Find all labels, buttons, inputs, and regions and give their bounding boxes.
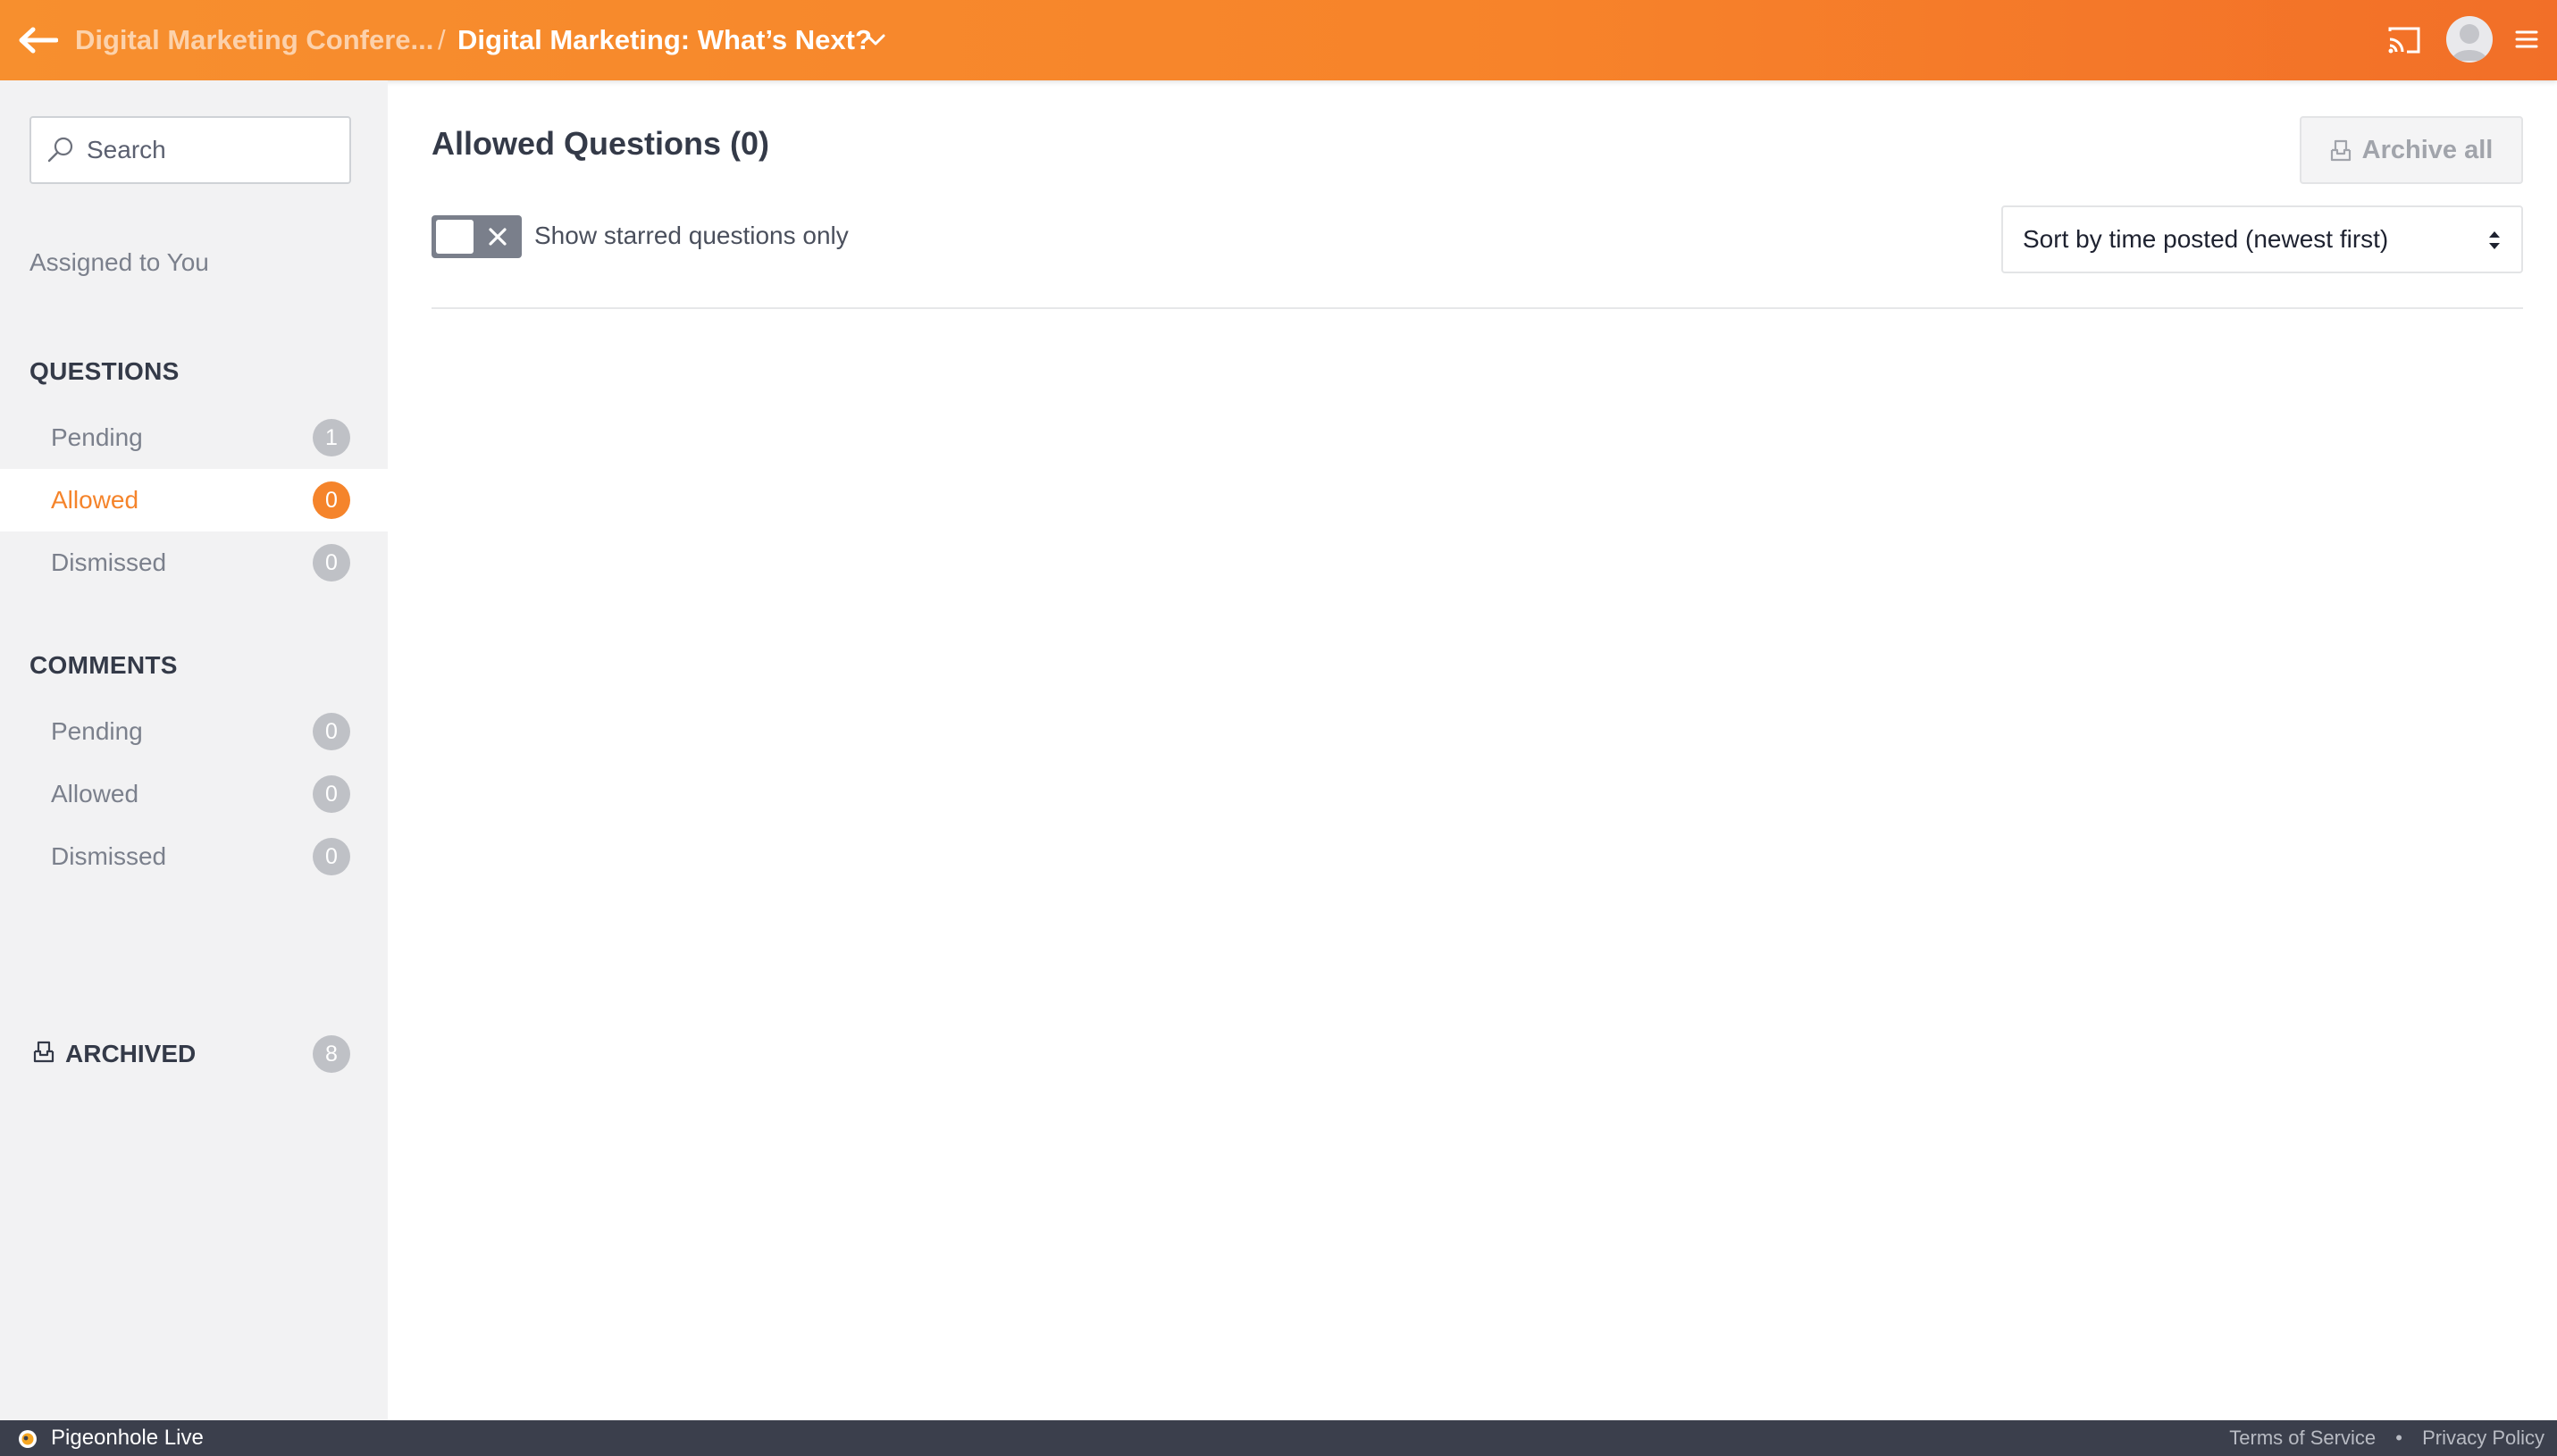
assigned-to-you-link[interactable]: Assigned to You xyxy=(29,248,209,277)
privacy-policy-link[interactable]: Privacy Policy xyxy=(2422,1427,2544,1449)
questions-allowed-item[interactable]: Allowed 0 xyxy=(0,469,388,531)
comments-allowed-item[interactable]: Allowed 0 xyxy=(0,763,388,825)
count-badge: 1 xyxy=(313,419,350,456)
page-title: Allowed Questions (0) xyxy=(432,125,770,162)
archive-box-icon xyxy=(33,1041,54,1063)
count-badge: 0 xyxy=(313,775,350,813)
comments-dismissed-item[interactable]: Dismissed 0 xyxy=(0,825,388,888)
avatar[interactable] xyxy=(2446,16,2493,63)
footer: Pigeonhole Live Terms of Service • Priva… xyxy=(0,1420,2557,1456)
nav-item-label: Pending xyxy=(51,423,143,451)
nav-item-label: Pending xyxy=(51,717,143,745)
top-bar: Digital Marketing Confere... / Digital M… xyxy=(0,0,2557,80)
pigeonhole-logo-icon xyxy=(19,1430,37,1448)
cast-icon[interactable] xyxy=(2385,21,2423,59)
count-badge: 0 xyxy=(313,713,350,750)
nav-item-label: Allowed xyxy=(51,486,139,514)
nav-item-label: Dismissed xyxy=(51,842,167,870)
toggle-knob xyxy=(436,220,474,254)
archive-all-button[interactable]: Archive all xyxy=(2300,116,2523,184)
hamburger-menu-icon[interactable] xyxy=(2514,27,2539,52)
questions-dismissed-item[interactable]: Dismissed 0 xyxy=(0,531,388,594)
search-icon xyxy=(47,137,73,163)
starred-only-toggle[interactable] xyxy=(432,215,522,258)
close-icon xyxy=(489,228,507,246)
count-badge: 0 xyxy=(313,481,350,519)
questions-heading: QUESTIONS xyxy=(29,357,180,385)
sort-select-value: Sort by time posted (newest first) xyxy=(2023,225,2389,253)
starred-only-label: Show starred questions only xyxy=(534,222,849,249)
breadcrumb-event[interactable]: Digital Marketing Confere... xyxy=(75,18,433,63)
terms-of-service-link[interactable]: Terms of Service xyxy=(2229,1427,2376,1449)
sidebar: Assigned to You QUESTIONS Pending 1 Allo… xyxy=(0,80,388,1420)
nav-item-label: Allowed xyxy=(51,780,139,807)
count-badge: 0 xyxy=(313,544,350,582)
archived-label: ARCHIVED xyxy=(65,1040,197,1067)
select-arrows-icon xyxy=(2489,231,2500,249)
footer-links: Terms of Service • Privacy Policy xyxy=(2229,1420,2544,1456)
footer-brand[interactable]: Pigeonhole Live xyxy=(51,1420,204,1456)
comments-pending-item[interactable]: Pending 0 xyxy=(0,700,388,763)
divider xyxy=(432,307,2523,309)
nav-item-label: Dismissed xyxy=(51,548,167,576)
comments-heading: COMMENTS xyxy=(29,651,178,679)
chevron-down-icon[interactable] xyxy=(863,27,888,52)
breadcrumb-session[interactable]: Digital Marketing: What’s Next? xyxy=(457,18,872,63)
questions-pending-item[interactable]: Pending 1 xyxy=(0,406,388,469)
search-input[interactable] xyxy=(85,122,339,178)
sort-select[interactable]: Sort by time posted (newest first) xyxy=(2001,205,2523,273)
search-box[interactable] xyxy=(29,116,351,184)
count-badge: 0 xyxy=(313,838,350,875)
breadcrumb-separator: / xyxy=(438,24,446,55)
back-arrow-icon[interactable] xyxy=(16,20,59,61)
footer-bullet: • xyxy=(2395,1427,2402,1449)
count-badge: 8 xyxy=(313,1035,350,1073)
archive-all-label: Archive all xyxy=(2361,135,2494,164)
archive-box-icon xyxy=(2330,139,2351,162)
archived-item[interactable]: ARCHIVED 8 xyxy=(0,1023,388,1085)
